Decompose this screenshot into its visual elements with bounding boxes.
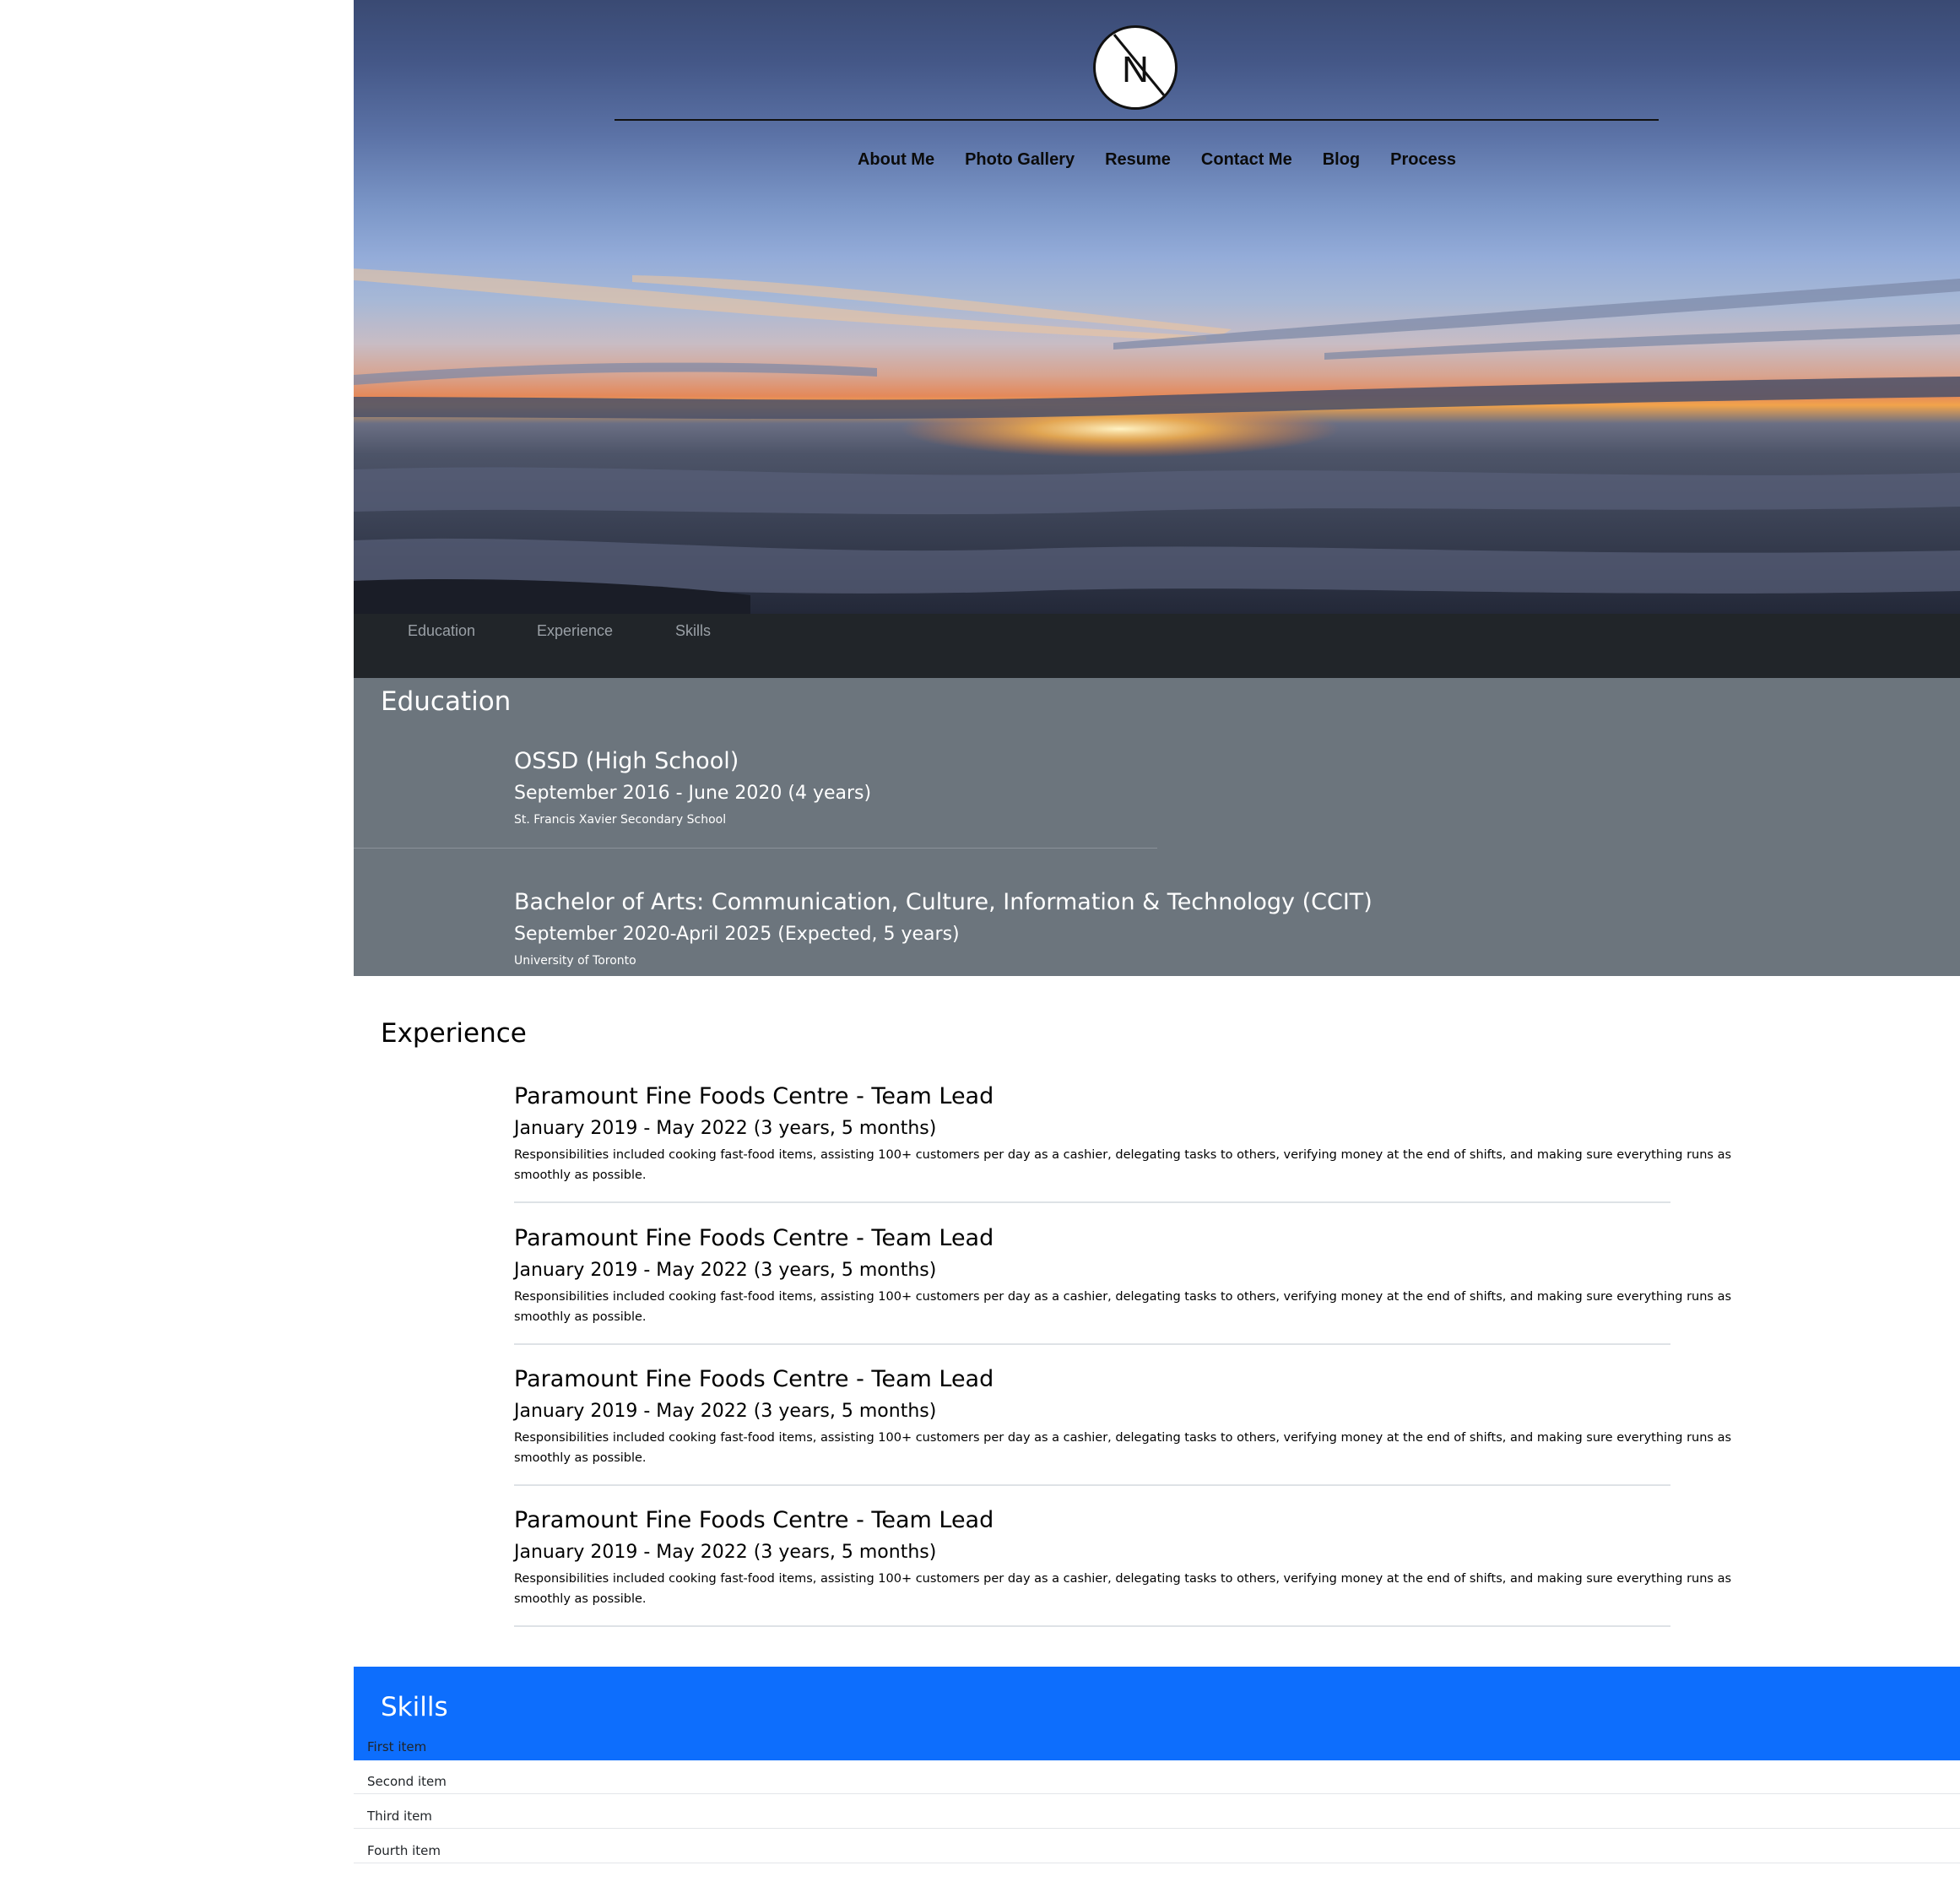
- skills-heading: Skills: [381, 1692, 448, 1722]
- experience-entry: Paramount Fine Foods Centre - Team Lead …: [514, 1223, 1772, 1327]
- experience-divider: [514, 1201, 1670, 1203]
- entry-title: Paramount Fine Foods Centre - Team Lead: [514, 1083, 994, 1109]
- entry-description: Responsibilities included cooking fast-f…: [514, 1431, 1732, 1465]
- entry-description: Responsibilities included cooking fast-f…: [514, 1148, 1732, 1182]
- section-nav-experience[interactable]: Experience: [537, 622, 613, 640]
- entry-date: January 2019 - May 2022 (3 years, 5 mont…: [514, 1260, 937, 1281]
- experience-heading: Experience: [381, 1018, 527, 1049]
- entry-description: St. Francis Xavier Secondary School: [514, 813, 727, 827]
- experience-section: Experience Paramount Fine Foods Centre -…: [354, 976, 1960, 1667]
- experience-entry: Paramount Fine Foods Centre - Team Lead …: [514, 1505, 1772, 1609]
- nav-process[interactable]: Process: [1390, 149, 1456, 174]
- list-item: Second item: [367, 1774, 447, 1789]
- education-divider: [354, 848, 1157, 849]
- education-entry: OSSD (High School) September 2016 - June…: [514, 746, 1696, 830]
- section-nav-skills[interactable]: Skills: [675, 622, 711, 640]
- experience-entry: Paramount Fine Foods Centre - Team Lead …: [514, 1081, 1772, 1185]
- entry-title: Paramount Fine Foods Centre - Team Lead: [514, 1507, 994, 1533]
- experience-divider: [514, 1343, 1670, 1345]
- resume-page: N About Me Photo Gallery Resume Contact …: [354, 0, 1960, 1898]
- entry-date: September 2016 - June 2020 (4 years): [514, 783, 872, 804]
- hero-banner: N About Me Photo Gallery Resume Contact …: [354, 0, 1960, 614]
- nav-photo-gallery[interactable]: Photo Gallery: [965, 149, 1075, 174]
- list-divider: [354, 1828, 1960, 1829]
- entry-description: Responsibilities included cooking fast-f…: [514, 1572, 1732, 1606]
- logo-mark-icon: N: [1113, 34, 1170, 101]
- entry-date: September 2020-April 2025 (Expected, 5 y…: [514, 924, 960, 945]
- nav-blog[interactable]: Blog: [1323, 149, 1360, 174]
- list-item: Fourth item: [367, 1843, 441, 1858]
- list-item: Third item: [367, 1809, 432, 1824]
- section-nav: Education Experience Skills: [354, 614, 1960, 678]
- experience-divider: [514, 1625, 1670, 1627]
- section-nav-education[interactable]: Education: [408, 622, 475, 640]
- logo-letter: N: [1122, 49, 1149, 90]
- nav-about-me[interactable]: About Me: [858, 149, 934, 174]
- entry-title: OSSD (High School): [514, 748, 739, 774]
- entry-date: January 2019 - May 2022 (3 years, 5 mont…: [514, 1542, 937, 1563]
- entry-title: Paramount Fine Foods Centre - Team Lead: [514, 1366, 994, 1392]
- entry-description: University of Toronto: [514, 954, 636, 968]
- entry-date: January 2019 - May 2022 (3 years, 5 mont…: [514, 1118, 937, 1139]
- hero-divider: [615, 119, 1659, 121]
- entry-description: Responsibilities included cooking fast-f…: [514, 1290, 1732, 1324]
- list-divider: [354, 1793, 1960, 1794]
- experience-divider: [514, 1484, 1670, 1486]
- nav-resume[interactable]: Resume: [1105, 149, 1171, 174]
- education-section: Education OSSD (High School) September 2…: [354, 678, 1960, 976]
- education-heading: Education: [381, 686, 512, 717]
- site-logo[interactable]: N: [1093, 25, 1178, 110]
- list-item: First item: [367, 1739, 427, 1754]
- entry-title: Paramount Fine Foods Centre - Team Lead: [514, 1225, 994, 1251]
- entry-date: January 2019 - May 2022 (3 years, 5 mont…: [514, 1401, 937, 1422]
- main-nav: About Me Photo Gallery Resume Contact Me…: [354, 149, 1960, 174]
- nav-contact-me[interactable]: Contact Me: [1201, 149, 1292, 174]
- education-entry: Bachelor of Arts: Communication, Culture…: [514, 887, 1696, 971]
- experience-entry: Paramount Fine Foods Centre - Team Lead …: [514, 1364, 1772, 1468]
- entry-title: Bachelor of Arts: Communication, Culture…: [514, 889, 1373, 915]
